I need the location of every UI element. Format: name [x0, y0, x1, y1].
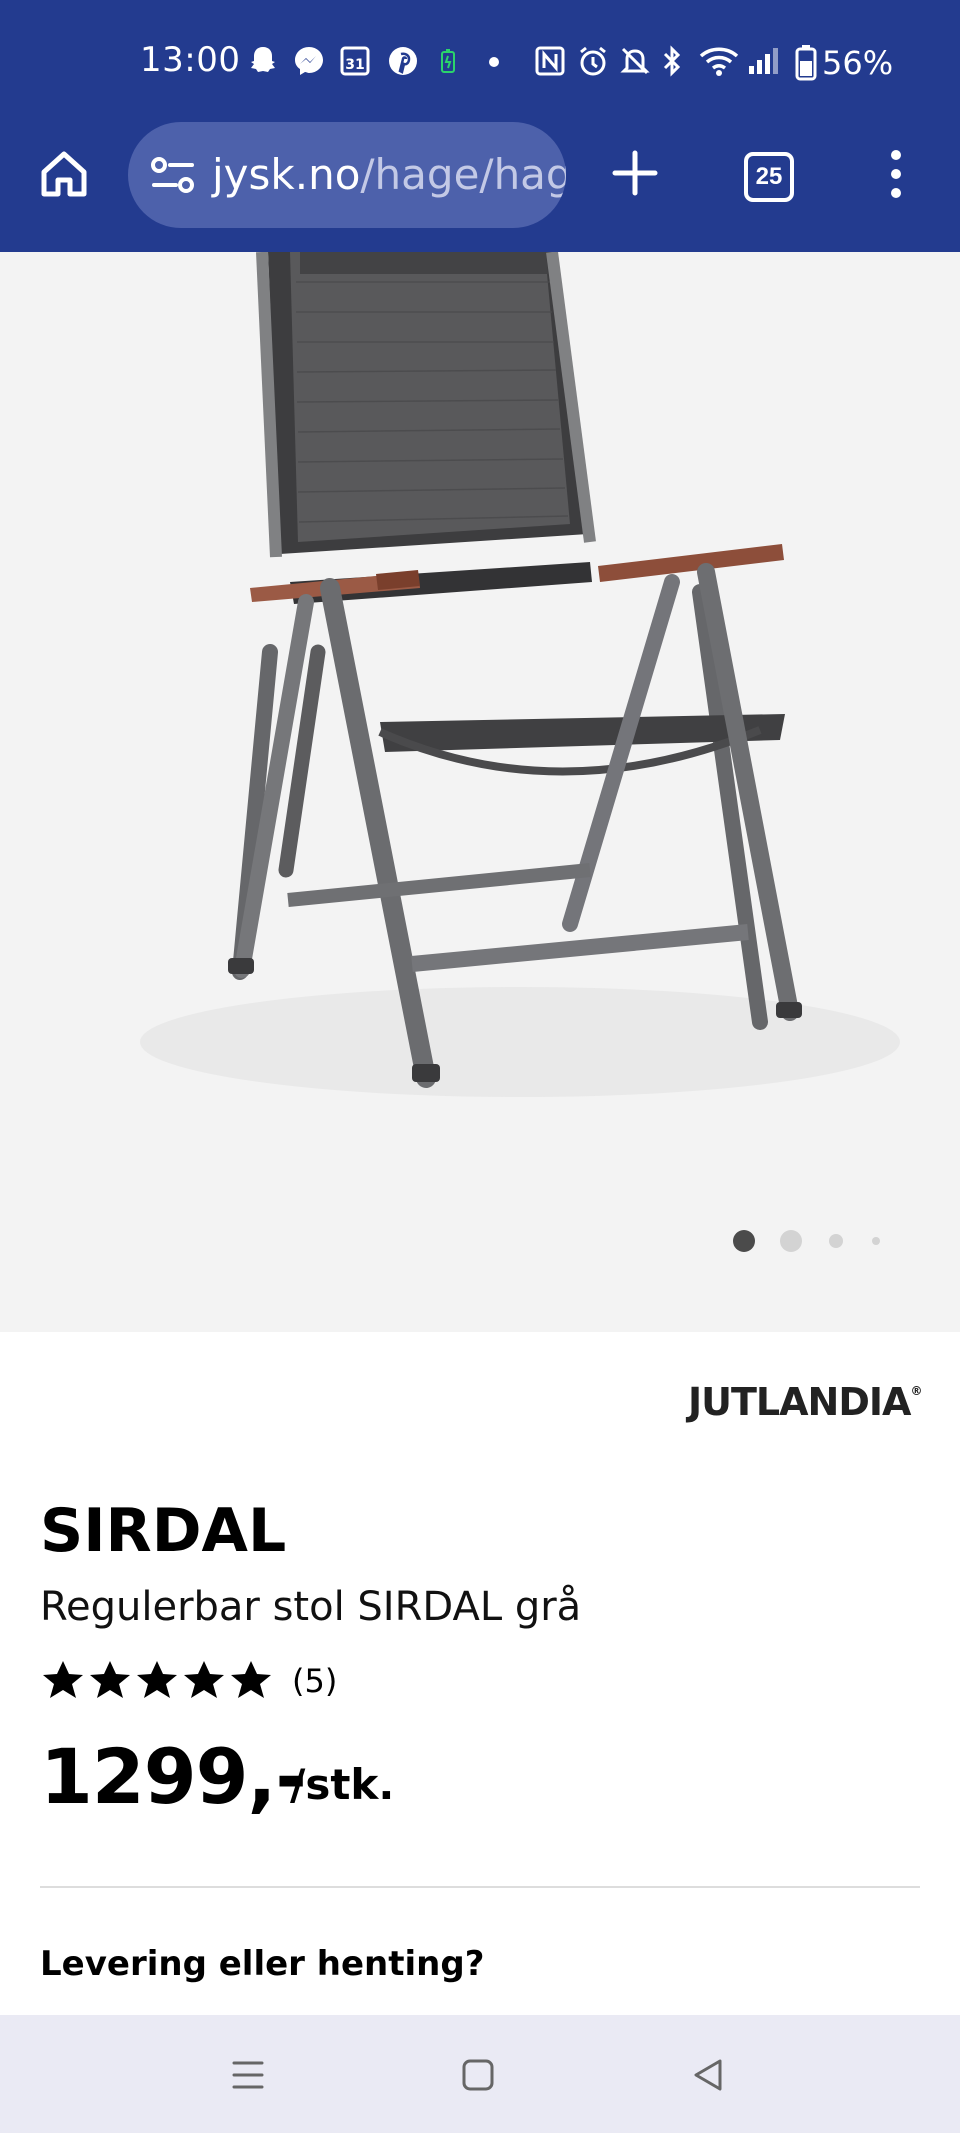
back-icon[interactable] — [688, 2055, 728, 2095]
browser-header: 13:00 31 56% jysk.no/hage/hag 25 — [0, 0, 960, 252]
gallery-pagination — [0, 1230, 960, 1252]
home-button-icon[interactable] — [458, 2055, 498, 2095]
signal-icon — [749, 48, 778, 74]
dot-icon — [489, 57, 499, 67]
bluetooth-icon — [663, 45, 681, 77]
status-time: 13:00 — [140, 40, 241, 80]
brand-logo[interactable]: JUTLANDIA® — [688, 1380, 922, 1432]
url-path: /hage/hag — [360, 150, 566, 199]
more-icon[interactable] — [886, 150, 906, 200]
gallery-dot-3[interactable] — [829, 1234, 843, 1248]
mute-icon — [620, 47, 650, 75]
star-icon — [90, 1661, 130, 1698]
tabs-icon[interactable]: 25 — [744, 152, 794, 202]
alarm-icon — [580, 46, 606, 76]
brand-name: JUTLANDIA — [688, 1380, 911, 1424]
rating-stars — [43, 1661, 271, 1698]
star-icon — [137, 1661, 177, 1698]
url-domain: jysk.no — [212, 150, 361, 199]
price-unit: /stk. — [290, 1760, 395, 1809]
product-subtitle: Regulerbar stol SIRDAL grå — [40, 1584, 582, 1630]
star-icon — [43, 1661, 83, 1698]
url-text[interactable]: jysk.no/hage/hag — [212, 150, 566, 199]
gallery-dot-1[interactable] — [733, 1230, 755, 1252]
brand-registered-mark: ® — [910, 1384, 922, 1398]
home-icon[interactable] — [38, 148, 90, 200]
product-title: SIRDAL — [40, 1496, 287, 1566]
chair-image — [140, 252, 900, 1097]
product-price: 1299,- — [40, 1732, 307, 1821]
wifi-icon — [699, 47, 739, 76]
url-bar[interactable]: jysk.no/hage/hag — [128, 122, 566, 228]
messenger-icon — [295, 47, 323, 75]
snapchat-icon — [251, 47, 275, 72]
site-settings-icon[interactable] — [150, 155, 196, 195]
product-image-gallery[interactable] — [0, 252, 960, 1332]
battery-icon — [795, 45, 817, 81]
gallery-dot-4[interactable] — [872, 1237, 880, 1245]
system-nav-bar — [0, 2015, 960, 2133]
battery-saver-icon — [441, 49, 455, 73]
recents-icon[interactable] — [228, 2055, 268, 2095]
battery-percent: 56% — [822, 44, 894, 82]
divider — [40, 1886, 920, 1888]
pinterest-icon — [389, 47, 417, 75]
star-icon — [231, 1661, 271, 1698]
nfc-icon — [535, 46, 565, 76]
plus-icon[interactable] — [612, 150, 658, 196]
svg-text:31: 31 — [345, 57, 364, 73]
calendar-icon: 31 — [340, 46, 370, 76]
star-icon — [184, 1661, 224, 1698]
delivery-heading: Levering eller henting? — [40, 1944, 485, 1984]
gallery-dot-2[interactable] — [780, 1230, 802, 1252]
review-count[interactable]: (5) — [292, 1662, 337, 1700]
